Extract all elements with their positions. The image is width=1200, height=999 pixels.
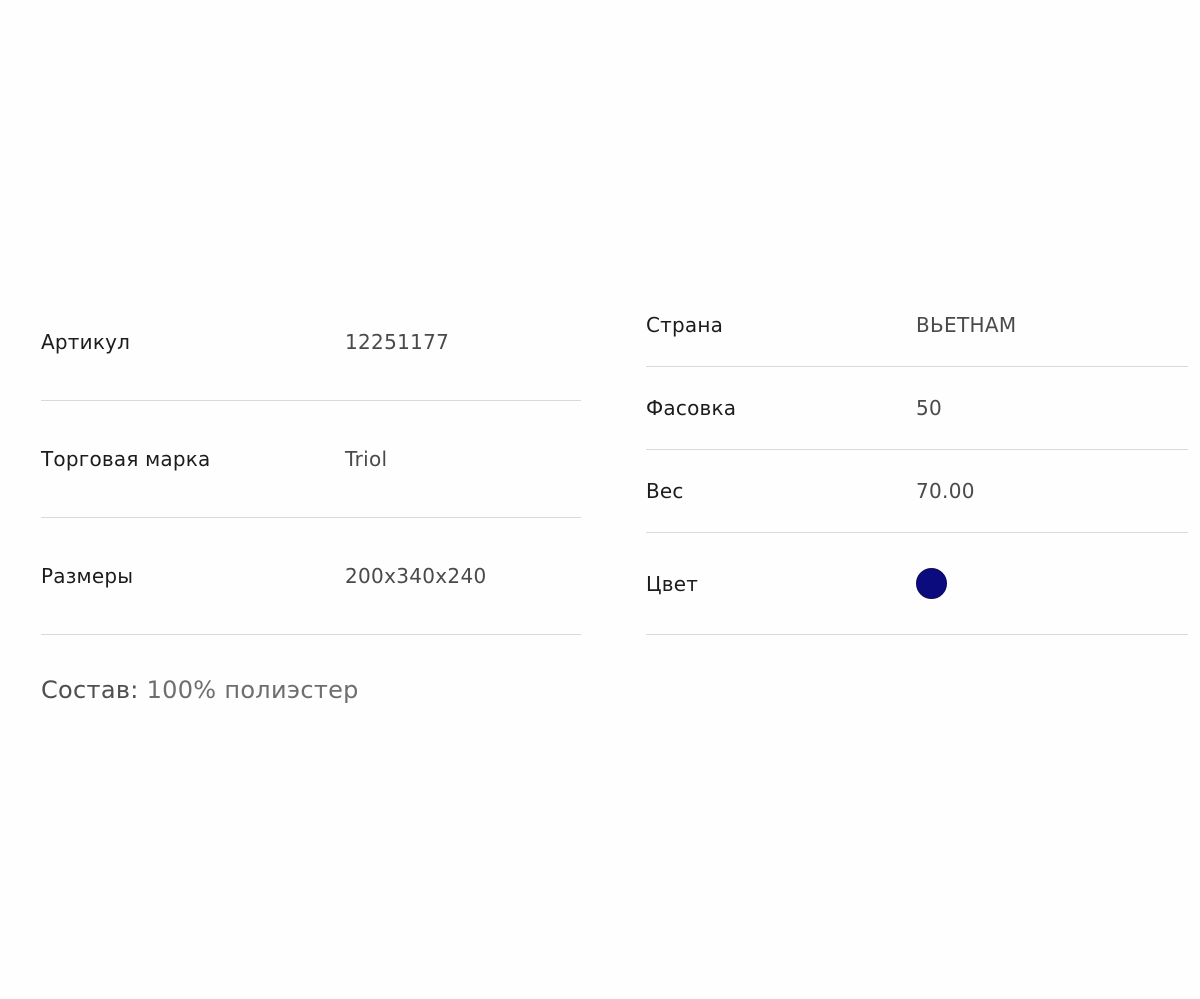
spec-label: Цвет: [646, 571, 699, 596]
composition-value: 100% полиэстер: [146, 676, 359, 704]
spec-label: Артикул: [41, 330, 131, 354]
spec-label: Страна: [646, 313, 724, 337]
spec-row-brand: Торговая марка Triol: [41, 401, 581, 518]
spec-label: Размеры: [41, 564, 134, 588]
spec-label: Вес: [646, 479, 684, 503]
composition-label: Состав:: [41, 676, 139, 704]
spec-value: ВЬЕТНАМ: [916, 313, 1017, 337]
spec-value: Triol: [345, 447, 388, 471]
spec-row-color: Цвет: [646, 533, 1188, 635]
spec-label: Торговая марка: [41, 447, 211, 471]
composition-line: Состав: 100% полиэстер: [41, 676, 641, 706]
spec-row-dimensions: Размеры 200x340x240: [41, 518, 581, 635]
spec-value: 70.00: [916, 479, 975, 503]
spec-value: 200x340x240: [345, 564, 487, 588]
spec-row-weight: Вес 70.00: [646, 450, 1188, 533]
specs-table-left: Артикул 12251177 Торговая марка Triol Ра…: [41, 284, 581, 635]
specs-table-right: Страна ВЬЕТНАМ Фасовка 50 Вес 70.00 Цвет: [646, 284, 1188, 635]
spec-value: 50: [916, 396, 943, 420]
spec-row-article: Артикул 12251177: [41, 284, 581, 401]
spec-row-country: Страна ВЬЕТНАМ: [646, 284, 1188, 367]
spec-row-packaging: Фасовка 50: [646, 367, 1188, 450]
color-swatch: [916, 568, 947, 599]
spec-value: 12251177: [345, 330, 450, 354]
spec-label: Фасовка: [646, 396, 737, 420]
